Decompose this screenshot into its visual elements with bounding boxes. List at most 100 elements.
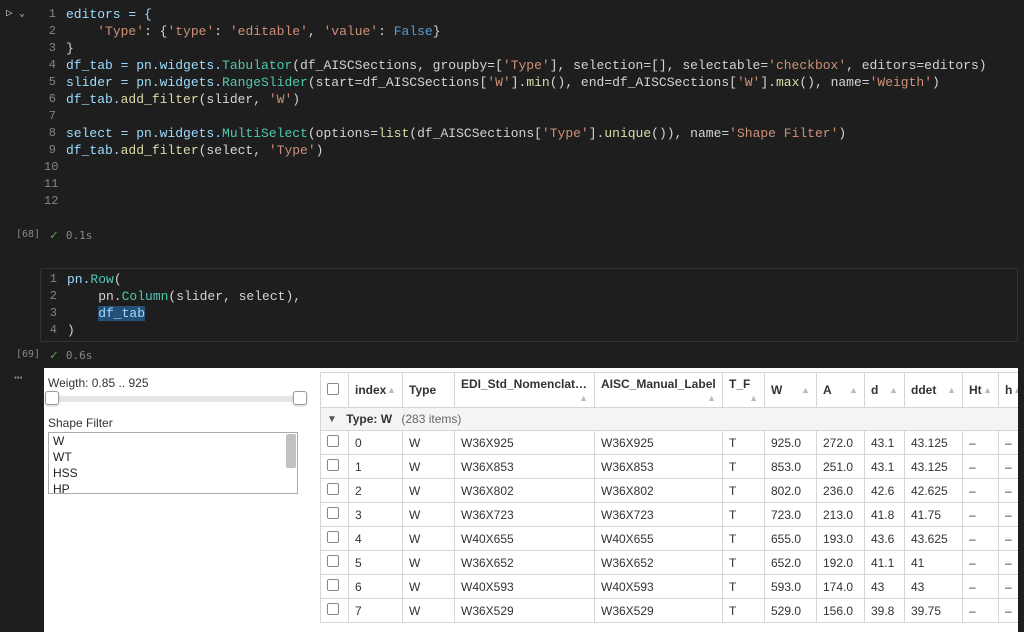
group-label: Type: W xyxy=(346,412,392,426)
cell-a: 236.0 xyxy=(817,479,865,503)
column-header[interactable]: h▲ xyxy=(999,373,1019,408)
table-row[interactable]: 3WW36X723W36X723T723.0213.041.841.75–– xyxy=(321,503,1019,527)
cell-tf: T xyxy=(723,575,765,599)
table-row[interactable]: 4WW40X655W40X655T655.0193.043.643.625–– xyxy=(321,527,1019,551)
sort-icon: ▲ xyxy=(579,393,588,403)
cell-index: 2 xyxy=(349,479,403,503)
cell-edi: W36X652 xyxy=(455,551,595,575)
cell-status-2: ✓ 0.6s xyxy=(50,348,92,363)
table-row[interactable]: 0WW36X925W36X925T925.0272.043.143.125–– xyxy=(321,431,1019,455)
cell-ddet: 41 xyxy=(905,551,963,575)
cell-status-1: ✓ 0.1s xyxy=(50,228,92,243)
multiselect-option[interactable]: HP xyxy=(49,481,297,494)
cell-edi: W36X853 xyxy=(455,455,595,479)
cell-d: 41.1 xyxy=(865,551,905,575)
table-header-row: index▲ Type EDI_Std_Nomenclature▲ AISC_M… xyxy=(321,373,1019,408)
table-row[interactable]: 1WW36X853W36X853T853.0251.043.143.125–– xyxy=(321,455,1019,479)
row-checkbox-cell[interactable] xyxy=(321,431,349,455)
cell-aisc: W36X529 xyxy=(595,599,723,623)
column-header[interactable]: Type xyxy=(403,373,455,408)
check-icon: ✓ xyxy=(50,228,58,243)
checkbox-icon[interactable] xyxy=(327,435,339,447)
sort-icon: ▲ xyxy=(387,385,396,395)
cell-d: 41.8 xyxy=(865,503,905,527)
cell-type: W xyxy=(403,599,455,623)
scrollbar[interactable] xyxy=(286,434,296,468)
cell-tf: T xyxy=(723,431,765,455)
cell-ht: – xyxy=(963,551,999,575)
header-checkbox-cell[interactable] xyxy=(321,373,349,408)
cell-aisc: W36X723 xyxy=(595,503,723,527)
column-header[interactable]: AISC_Manual_Label▲ xyxy=(595,373,723,408)
table-row[interactable]: 6WW40X593W40X593T593.0174.04343–– xyxy=(321,575,1019,599)
column-header[interactable]: W▲ xyxy=(765,373,817,408)
checkbox-icon[interactable] xyxy=(327,383,339,395)
column-header[interactable]: ddet▲ xyxy=(905,373,963,408)
code-cell-2[interactable]: 1pn.Row( 2 pn.Column(slider, select), 3 … xyxy=(40,268,1018,342)
sort-icon: ▲ xyxy=(889,385,898,395)
code-cell-1[interactable]: 1editors = { 2 'Type': {'type': 'editabl… xyxy=(40,4,1018,212)
cell-edi: W40X655 xyxy=(455,527,595,551)
cell-index: 4 xyxy=(349,527,403,551)
row-checkbox-cell[interactable] xyxy=(321,479,349,503)
multiselect-option[interactable]: HSS xyxy=(49,465,297,481)
data-table: index▲ Type EDI_Std_Nomenclature▲ AISC_M… xyxy=(320,372,1018,632)
row-checkbox-cell[interactable] xyxy=(321,455,349,479)
cell-type: W xyxy=(403,527,455,551)
cell-h: – xyxy=(999,479,1019,503)
slider-handle-low[interactable] xyxy=(45,391,59,405)
cell-ht: – xyxy=(963,479,999,503)
sort-icon: ▲ xyxy=(801,385,810,395)
row-checkbox-cell[interactable] xyxy=(321,575,349,599)
cell-ddet: 43 xyxy=(905,575,963,599)
multiselect-option[interactable]: WT xyxy=(49,449,297,465)
column-header[interactable]: A▲ xyxy=(817,373,865,408)
cell-a: 156.0 xyxy=(817,599,865,623)
table-group-row[interactable]: ▼ Type: W (283 items) xyxy=(321,408,1019,431)
cell-ht: – xyxy=(963,575,999,599)
column-header[interactable]: EDI_Std_Nomenclature▲ xyxy=(455,373,595,408)
table-row[interactable]: 2WW36X802W36X802T802.0236.042.642.625–– xyxy=(321,479,1019,503)
multiselect[interactable]: W WT HSS HP xyxy=(48,432,298,494)
cell-w: 652.0 xyxy=(765,551,817,575)
row-checkbox-cell[interactable] xyxy=(321,527,349,551)
column-header[interactable]: T_F▲ xyxy=(723,373,765,408)
table-row[interactable]: 7WW36X529W36X529T529.0156.039.839.75–– xyxy=(321,599,1019,623)
checkbox-icon[interactable] xyxy=(327,459,339,471)
cell-aisc: W36X925 xyxy=(595,431,723,455)
column-header[interactable]: index▲ xyxy=(349,373,403,408)
cell-w: 529.0 xyxy=(765,599,817,623)
row-checkbox-cell[interactable] xyxy=(321,551,349,575)
checkbox-icon[interactable] xyxy=(327,603,339,615)
checkbox-icon[interactable] xyxy=(327,507,339,519)
cell-a: 251.0 xyxy=(817,455,865,479)
group-collapse-icon[interactable]: ▼ xyxy=(327,414,337,425)
checkbox-icon[interactable] xyxy=(327,579,339,591)
more-actions-icon[interactable]: ⋯ xyxy=(14,370,23,386)
multiselect-option[interactable]: W xyxy=(49,433,297,449)
row-checkbox-cell[interactable] xyxy=(321,503,349,527)
cell-aisc: W36X652 xyxy=(595,551,723,575)
cell-index: 0 xyxy=(349,431,403,455)
checkbox-icon[interactable] xyxy=(327,555,339,567)
cell-w: 723.0 xyxy=(765,503,817,527)
cell-w: 925.0 xyxy=(765,431,817,455)
cell-edi: W36X529 xyxy=(455,599,595,623)
checkbox-icon[interactable] xyxy=(327,531,339,543)
cell-index: 5 xyxy=(349,551,403,575)
column-header[interactable]: d▲ xyxy=(865,373,905,408)
slider-handle-high[interactable] xyxy=(293,391,307,405)
column-header[interactable]: Ht▲ xyxy=(963,373,999,408)
cell-aisc: W36X853 xyxy=(595,455,723,479)
cell-h: – xyxy=(999,455,1019,479)
cell-ddet: 43.625 xyxy=(905,527,963,551)
cell-ddet: 39.75 xyxy=(905,599,963,623)
sort-icon: ▲ xyxy=(983,385,992,395)
cell-counter-1: [68] xyxy=(16,229,40,240)
cell-index: 7 xyxy=(349,599,403,623)
run-cell-button[interactable]: ▷ ⌄ xyxy=(6,6,25,19)
row-checkbox-cell[interactable] xyxy=(321,599,349,623)
checkbox-icon[interactable] xyxy=(327,483,339,495)
range-slider[interactable] xyxy=(50,396,302,402)
table-row[interactable]: 5WW36X652W36X652T652.0192.041.141–– xyxy=(321,551,1019,575)
